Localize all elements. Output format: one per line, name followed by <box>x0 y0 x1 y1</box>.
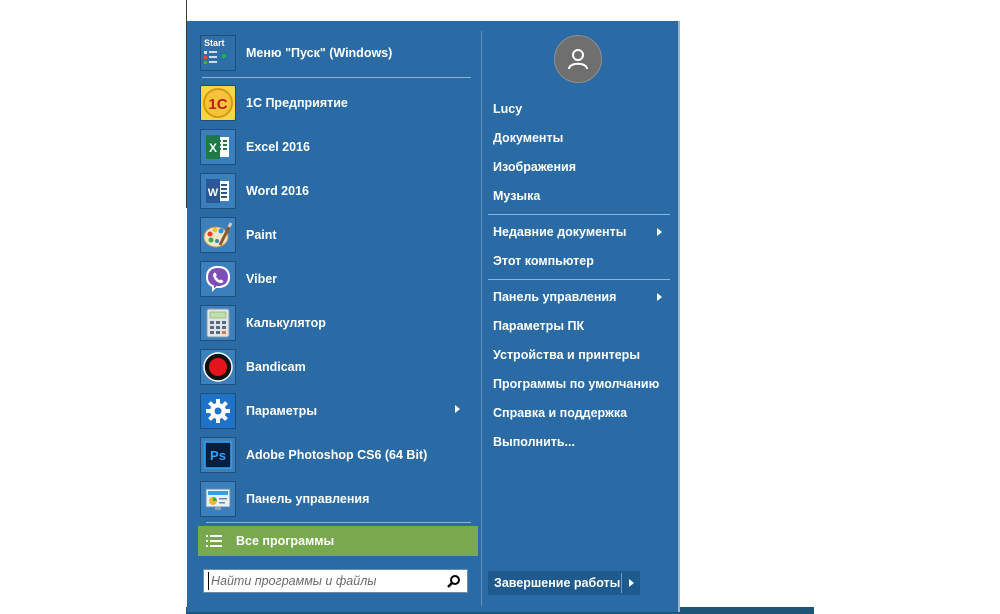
place-label: Справка и поддержка <box>493 406 628 420</box>
menu-item-label: Adobe Photoshop CS6 (64 Bit) <box>246 448 428 462</box>
all-programs-button[interactable]: Все программы <box>198 526 478 556</box>
place-user[interactable]: Lucy <box>488 97 666 121</box>
search-icon[interactable] <box>447 574 461 588</box>
menu-item-label: Панель управления <box>246 492 370 506</box>
place-label: Выполнить... <box>493 435 575 449</box>
menu-item-label: Word 2016 <box>246 184 309 198</box>
place-label: Изображения <box>493 160 577 174</box>
viber-icon <box>200 261 236 297</box>
separator <box>488 279 670 280</box>
place-music[interactable]: Музыка <box>488 184 666 208</box>
user-icon <box>568 49 588 70</box>
programs-column: Start Меню "Пуск" (Windows) 1С 1С Предпр… <box>187 21 481 612</box>
menu-item-photoshop[interactable]: Ps Adobe Photoshop CS6 (64 Bit) <box>200 435 470 475</box>
separator <box>202 77 471 78</box>
start-menu-icon: Start <box>200 35 236 71</box>
svg-text:W: W <box>208 187 219 199</box>
place-label: Программы по умолчанию <box>493 377 660 391</box>
paint-icon <box>200 217 236 253</box>
place-pc-settings[interactable]: Параметры ПК <box>488 314 666 338</box>
search-input[interactable] <box>208 572 443 590</box>
place-pictures[interactable]: Изображения <box>488 155 666 179</box>
places-column: Lucy Документы Изображения Музыка Недавн… <box>482 21 678 612</box>
place-run[interactable]: Выполнить... <box>488 430 666 454</box>
chevron-right-icon <box>657 293 662 301</box>
place-control-panel[interactable]: Панель управления <box>488 285 666 309</box>
gear-icon <box>200 393 236 429</box>
menu-item-excel[interactable]: X Excel 2016 <box>200 127 470 167</box>
excel-icon: X <box>200 129 236 165</box>
menu-item-label: Калькулятор <box>246 316 326 330</box>
place-label: Недавние документы <box>493 225 627 239</box>
chevron-right-icon <box>657 228 662 236</box>
svg-text:X: X <box>209 141 217 155</box>
place-this-computer[interactable]: Этот компьютер <box>488 249 666 273</box>
place-devices-printers[interactable]: Устройства и принтеры <box>488 343 666 367</box>
menu-item-viber[interactable]: Viber <box>200 259 470 299</box>
1c-icon: 1С <box>200 85 236 121</box>
menu-item-bandicam[interactable]: Bandicam <box>200 347 470 387</box>
menu-item-paint[interactable]: Paint <box>200 215 470 255</box>
calculator-icon <box>200 305 236 341</box>
place-label: Lucy <box>493 102 523 116</box>
separator <box>206 522 471 523</box>
word-icon: W <box>200 173 236 209</box>
control-panel-icon <box>200 481 236 517</box>
separator <box>488 214 670 215</box>
menu-item-word[interactable]: W Word 2016 <box>200 171 470 211</box>
place-default-programs[interactable]: Программы по умолчанию <box>488 372 666 396</box>
menu-item-calculator[interactable]: Калькулятор <box>200 303 470 343</box>
chevron-right-icon <box>455 405 460 413</box>
place-label: Музыка <box>493 189 541 203</box>
shutdown-label: Завершение работы <box>494 576 621 590</box>
shutdown-button[interactable]: Завершение работы <box>488 571 640 595</box>
place-help-support[interactable]: Справка и поддержка <box>488 401 666 425</box>
place-documents[interactable]: Документы <box>488 126 666 150</box>
place-label: Устройства и принтеры <box>493 348 640 362</box>
menu-item-control-panel[interactable]: Панель управления <box>200 479 470 519</box>
menu-item-label: Параметры <box>246 404 317 418</box>
shutdown-split-divider <box>621 573 622 593</box>
all-programs-label: Все программы <box>236 534 335 548</box>
menu-item-label: Excel 2016 <box>246 140 310 154</box>
list-icon <box>206 535 222 547</box>
chevron-right-icon[interactable] <box>629 579 634 587</box>
place-label: Документы <box>493 131 564 145</box>
menu-item-label: Меню "Пуск" (Windows) <box>246 46 393 60</box>
photoshop-icon: Ps <box>200 437 236 473</box>
svg-text:1С: 1С <box>208 96 227 113</box>
search-box[interactable] <box>203 569 468 593</box>
place-label: Этот компьютер <box>493 254 594 268</box>
place-label: Параметры ПК <box>493 319 585 333</box>
bandicam-icon <box>200 349 236 385</box>
avatar[interactable] <box>554 35 602 83</box>
place-label: Панель управления <box>493 290 617 304</box>
svg-text:Ps: Ps <box>210 448 226 463</box>
place-recent-documents[interactable]: Недавние документы <box>488 220 666 244</box>
menu-item-label: Paint <box>246 228 277 242</box>
menu-item-settings[interactable]: Параметры <box>200 391 470 431</box>
menu-item-label: 1С Предприятие <box>246 96 348 110</box>
menu-item-windows-start[interactable]: Start Меню "Пуск" (Windows) <box>200 33 470 73</box>
menu-item-1c[interactable]: 1С 1С Предприятие <box>200 83 470 123</box>
start-menu: Start Меню "Пуск" (Windows) 1С 1С Предпр… <box>187 21 678 612</box>
menu-item-label: Bandicam <box>246 360 306 374</box>
menu-item-label: Viber <box>246 272 278 286</box>
